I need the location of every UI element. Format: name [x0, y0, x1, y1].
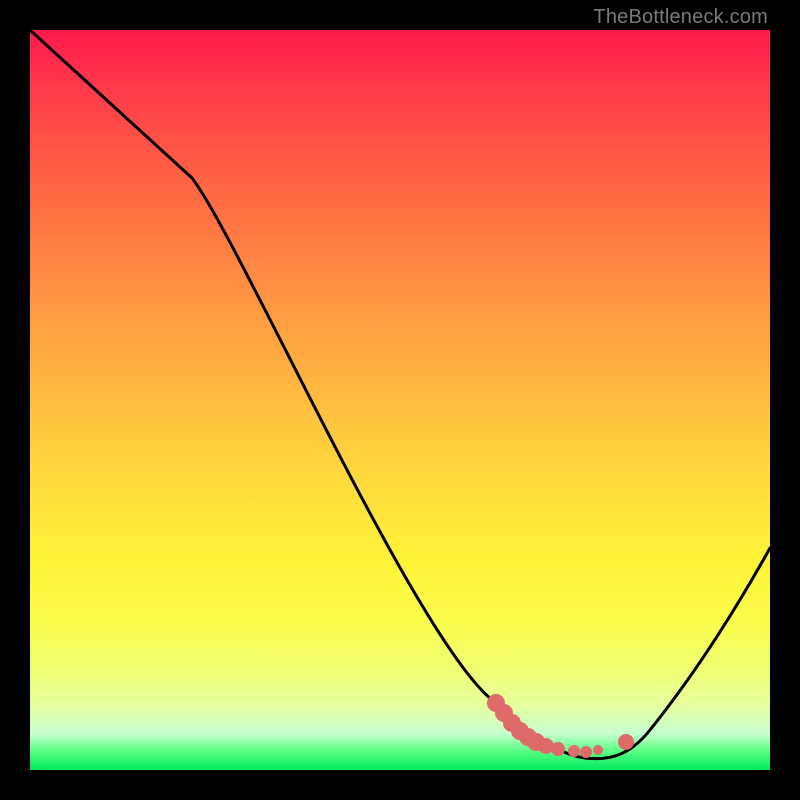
chart-svg: [30, 30, 770, 770]
marker-group: [487, 694, 634, 758]
watermark-text: TheBottleneck.com: [593, 6, 768, 29]
bottleneck-curve: [30, 30, 770, 759]
chart-frame: TheBottleneck.com: [0, 0, 800, 800]
